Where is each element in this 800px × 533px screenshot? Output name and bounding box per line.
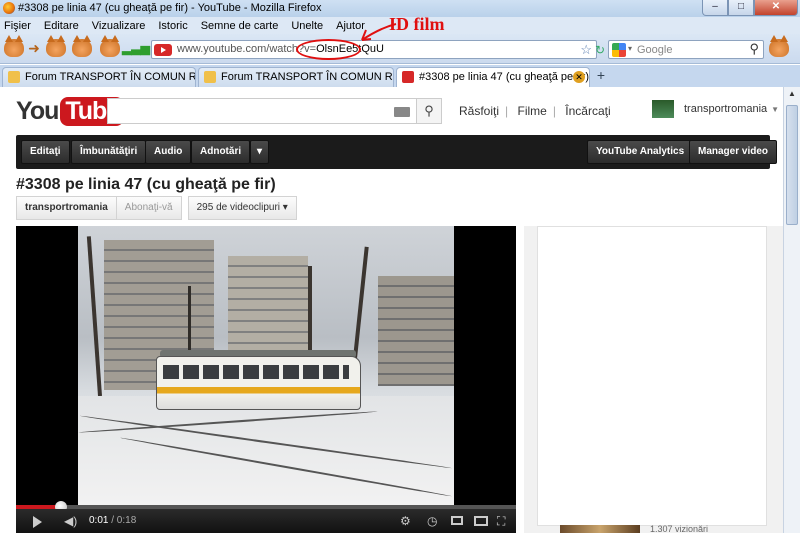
video-manager-button[interactable]: Manager video bbox=[689, 140, 778, 164]
settings-gear-icon[interactable]: ⚙ bbox=[400, 514, 411, 528]
tree-image bbox=[86, 236, 102, 397]
addon-cat-icon bbox=[769, 35, 789, 57]
subscribe-button[interactable]: Abonaţi-vă bbox=[115, 196, 182, 220]
tram-image bbox=[156, 356, 361, 410]
chevron-down-icon: ▾ bbox=[282, 202, 288, 213]
play-icon[interactable] bbox=[33, 516, 42, 528]
video-count-label: 295 de videoclipuri bbox=[196, 202, 280, 213]
forum-favicon-icon bbox=[204, 71, 216, 83]
home-button[interactable] bbox=[100, 35, 120, 58]
youtube-page: You Tube ⚲ Răsfoiţi | Filme | Încărcaţi tr… bbox=[0, 87, 783, 533]
reload-cat-icon bbox=[46, 35, 66, 57]
minimize-button[interactable]: – bbox=[702, 0, 728, 16]
annotation-label: ID film bbox=[389, 14, 445, 34]
owner-toolbar: Editaţi Îmbunătăţiri Audio Adnotări ▾ Yo… bbox=[16, 135, 778, 169]
fullscreen-icon[interactable]: ⛶ bbox=[497, 514, 505, 529]
menu-bookmarks[interactable]: Semne de carte bbox=[201, 20, 279, 32]
menu-tools[interactable]: Unelte bbox=[291, 20, 323, 32]
search-placeholder: Google bbox=[637, 44, 673, 56]
scroll-up-icon[interactable]: ▲ bbox=[786, 89, 798, 103]
close-button[interactable]: ✕ bbox=[754, 0, 798, 16]
youtube-nav: Răsfoiţi | Filme | Încărcaţi bbox=[459, 104, 611, 118]
time-current: 0:01 bbox=[89, 515, 109, 526]
search-engine-dropdown-icon[interactable]: ▾ bbox=[628, 44, 632, 53]
forward-button[interactable]: ➜ bbox=[24, 38, 44, 58]
search-icon: ⚲ bbox=[424, 103, 434, 118]
tab-close-icon[interactable]: ✕ bbox=[573, 71, 585, 83]
edit-button[interactable]: Editaţi bbox=[21, 140, 70, 164]
watch-later-icon[interactable]: ◷ bbox=[427, 514, 437, 528]
youtube-analytics-button[interactable]: YouTube Analytics bbox=[587, 140, 694, 164]
back-cat-icon bbox=[4, 35, 24, 57]
forum-favicon-icon bbox=[8, 71, 20, 83]
more-dropdown-button[interactable]: ▾ bbox=[250, 140, 270, 164]
avatar bbox=[652, 100, 674, 118]
snow-ground-image bbox=[78, 396, 454, 505]
reload-button[interactable] bbox=[46, 35, 66, 58]
audio-button[interactable]: Audio bbox=[145, 140, 192, 164]
user-menu[interactable]: transportromania ▼ bbox=[652, 100, 779, 118]
menu-history[interactable]: Istoric bbox=[158, 20, 187, 32]
tab-label: Forum TRANSPORT ÎN COMUN RO... bbox=[25, 71, 196, 83]
addon-cat-button[interactable] bbox=[769, 35, 789, 58]
youtube-favicon-icon bbox=[402, 71, 414, 83]
ad-placeholder bbox=[537, 226, 767, 526]
scrollbar-thumb[interactable] bbox=[786, 105, 798, 225]
video-player[interactable]: ◀) 0:01 / 0:18 ⚙ ◷ ⛶ bbox=[16, 226, 516, 533]
tab-youtube[interactable]: #3308 pe linia 47 (cu gheaţă pe fir) ✕ bbox=[396, 67, 590, 88]
volume-icon[interactable]: ◀) bbox=[64, 514, 77, 528]
menu-view[interactable]: Vizualizare bbox=[92, 20, 146, 32]
logo-you: You bbox=[16, 96, 59, 125]
youtube-search-input[interactable] bbox=[107, 98, 417, 124]
window-title: #3308 pe linia 47 (cu gheaţă pe fir) - Y… bbox=[18, 2, 322, 14]
vertical-scrollbar[interactable]: ▲ bbox=[783, 87, 800, 533]
firefox-icon bbox=[3, 2, 15, 14]
tab-label: Forum TRANSPORT ÎN COMUN RO... bbox=[221, 71, 394, 83]
time-display: 0:01 / 0:18 bbox=[89, 515, 136, 526]
chevron-down-icon: ▼ bbox=[771, 104, 780, 114]
home-cat-icon bbox=[100, 35, 120, 57]
nav-movies[interactable]: Filme bbox=[517, 104, 546, 118]
annotation-highlight-oval bbox=[296, 39, 361, 60]
annotations-button[interactable]: Adnotări bbox=[191, 140, 251, 164]
username: transportromania bbox=[684, 103, 768, 115]
video-count-button[interactable]: 295 de videoclipuri ▾ bbox=[187, 196, 297, 220]
tab-forum-1[interactable]: Forum TRANSPORT ÎN COMUN RO... bbox=[2, 67, 196, 87]
video-title: #3308 pe linia 47 (cu gheaţă pe fir) bbox=[16, 176, 276, 193]
menu-file[interactable]: Fişier bbox=[4, 20, 31, 32]
search-icon[interactable]: ⚲ bbox=[749, 41, 759, 57]
maximize-button[interactable]: □ bbox=[728, 0, 754, 16]
video-frame[interactable] bbox=[78, 226, 454, 505]
google-icon bbox=[612, 43, 626, 57]
search-box[interactable]: ▾ Google ⚲ bbox=[608, 40, 764, 59]
related-video-thumbnail[interactable] bbox=[560, 525, 640, 533]
tab-forum-2[interactable]: Forum TRANSPORT ÎN COMUN RO... bbox=[198, 67, 394, 87]
back-button[interactable] bbox=[4, 35, 24, 58]
new-tab-button[interactable]: + bbox=[592, 68, 610, 84]
menu-edit[interactable]: Editare bbox=[44, 20, 79, 32]
stop-cat-icon bbox=[72, 35, 92, 57]
player-controls: ◀) 0:01 / 0:18 ⚙ ◷ ⛶ bbox=[16, 509, 516, 533]
time-total: / 0:18 bbox=[111, 515, 137, 526]
apartment-block-image bbox=[378, 276, 454, 386]
forward-arrow-icon: ➜ bbox=[28, 39, 40, 56]
small-player-icon[interactable] bbox=[451, 516, 463, 525]
youtube-favicon-icon bbox=[154, 44, 172, 56]
keyboard-icon[interactable] bbox=[394, 107, 410, 117]
window-controls: – □ ✕ bbox=[702, 0, 798, 16]
youtube-search-button[interactable]: ⚲ bbox=[416, 98, 442, 124]
feed-icon[interactable]: ↻ bbox=[590, 40, 610, 60]
related-video-views: 1.307 vizionări bbox=[650, 524, 709, 533]
large-player-icon[interactable] bbox=[474, 516, 488, 526]
tab-bar: Forum TRANSPORT ÎN COMUN RO... Forum TRA… bbox=[0, 65, 800, 88]
signal-bars-icon[interactable]: ▂▃▅ bbox=[122, 38, 150, 58]
browser-window: #3308 pe linia 47 (cu gheaţă pe fir) - Y… bbox=[0, 0, 800, 533]
nav-browse[interactable]: Răsfoiţi bbox=[459, 104, 499, 118]
enhancements-button[interactable]: Îmbunătăţiri bbox=[71, 140, 147, 164]
nav-upload[interactable]: Încărcaţi bbox=[565, 104, 610, 118]
channel-name-button[interactable]: transportromania bbox=[16, 196, 116, 220]
tab-label: #3308 pe linia 47 (cu gheaţă pe fir) bbox=[419, 71, 590, 83]
channel-row: transportromania Abonaţi-vă 295 de video… bbox=[16, 196, 303, 221]
stop-button[interactable] bbox=[72, 35, 92, 58]
